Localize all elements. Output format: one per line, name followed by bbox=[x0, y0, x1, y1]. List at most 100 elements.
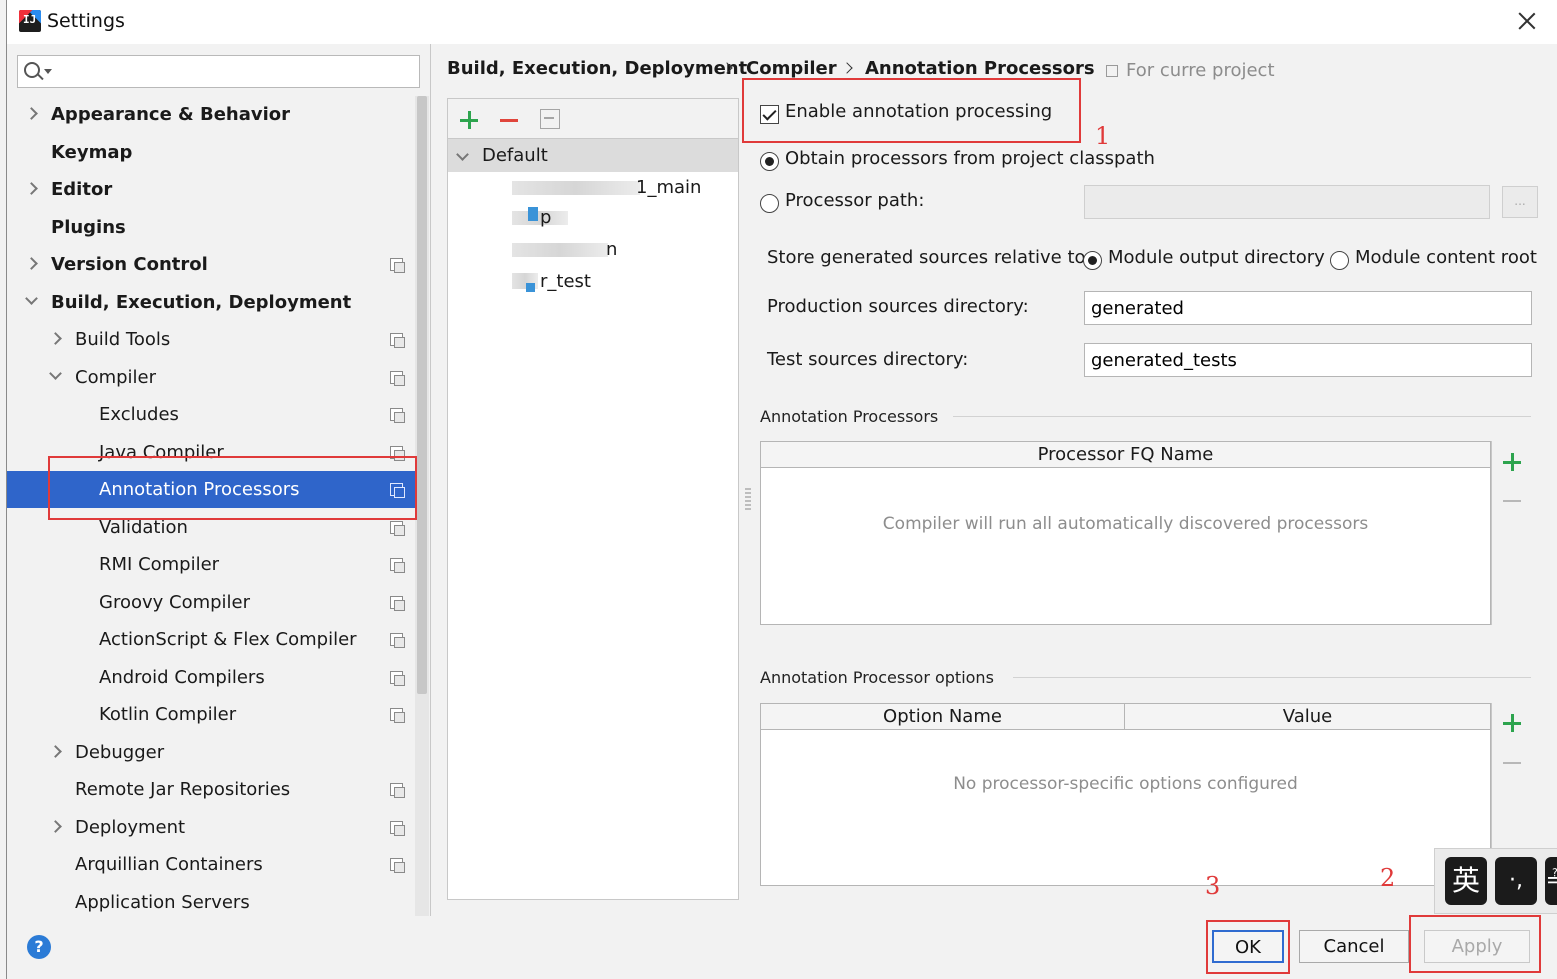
tree-item-build-execution-deployment[interactable]: Build, Execution, Deployment bbox=[7, 284, 429, 321]
chevron-down-icon[interactable] bbox=[27, 297, 37, 307]
tree-item-version-control[interactable]: Version Control bbox=[7, 246, 429, 283]
project-scope-icon bbox=[390, 670, 405, 686]
tree-item-build-tools[interactable]: Build Tools bbox=[7, 321, 429, 358]
cancel-button[interactable]: Cancel bbox=[1299, 930, 1409, 963]
chevron-right-icon[interactable] bbox=[27, 259, 37, 269]
search-icon[interactable] bbox=[24, 62, 40, 78]
module-output-label[interactable]: Module output directory bbox=[1108, 247, 1325, 268]
settings-tree-panel: Appearance & Behavior Keymap Editor Plugins… bbox=[7, 44, 431, 916]
remove-option-icon[interactable] bbox=[1503, 762, 1521, 764]
tree-item-deployment[interactable]: Deployment bbox=[7, 809, 429, 846]
tree-item-rmi-compiler[interactable]: RMI Compiler bbox=[7, 546, 429, 583]
tree-item-editor[interactable]: Editor bbox=[7, 171, 429, 208]
add-option-icon[interactable] bbox=[1503, 714, 1521, 732]
processor-path-label[interactable]: Processor path: bbox=[785, 190, 924, 211]
annotation-number-3: 3 bbox=[1205, 872, 1221, 900]
browse-path-button[interactable]: ... bbox=[1502, 186, 1538, 218]
chevron-right-icon[interactable] bbox=[51, 822, 61, 832]
search-box[interactable] bbox=[17, 55, 420, 88]
processor-path-field[interactable] bbox=[1084, 185, 1490, 219]
title-bar: IJ Settings bbox=[7, 0, 1557, 44]
production-sources-input[interactable] bbox=[1084, 291, 1532, 325]
enable-annotation-checkbox[interactable] bbox=[760, 105, 779, 124]
project-scope-icon bbox=[390, 258, 405, 273]
tree-item-compiler[interactable]: Compiler bbox=[7, 359, 429, 396]
module-item[interactable]: r_test bbox=[448, 267, 738, 297]
splitter-handle[interactable] bbox=[745, 488, 751, 510]
tree-item-keymap[interactable]: Keymap bbox=[7, 134, 429, 171]
tree-item-label: Editor bbox=[51, 179, 113, 200]
breadcrumb-item[interactable]: Compiler bbox=[746, 58, 837, 79]
test-sources-input[interactable] bbox=[1084, 343, 1532, 377]
tree-item-application-servers[interactable]: Application Servers bbox=[7, 884, 429, 921]
project-scope-icon bbox=[1106, 65, 1118, 77]
chevron-right-icon[interactable] bbox=[27, 109, 37, 119]
breadcrumb-item[interactable]: Build, Execution, Deployment bbox=[447, 58, 747, 79]
remove-profile-icon[interactable] bbox=[500, 111, 518, 129]
blurred-region bbox=[512, 243, 608, 257]
group-divider bbox=[1013, 677, 1531, 678]
chevron-right-icon[interactable] bbox=[51, 334, 61, 344]
ime-toolbar: 英 ·, ≟ bbox=[1434, 848, 1557, 914]
option-name-header[interactable]: Option Name bbox=[761, 704, 1125, 730]
chevron-down-icon[interactable] bbox=[458, 153, 468, 163]
module-output-radio[interactable] bbox=[1083, 251, 1102, 270]
annotation-number-2: 2 bbox=[1380, 864, 1396, 892]
processors-group-title: Annotation Processors bbox=[760, 407, 939, 426]
window-title: Settings bbox=[47, 10, 125, 32]
processor-path-radio[interactable] bbox=[760, 194, 779, 213]
project-scope-icon bbox=[390, 333, 405, 348]
processor-fq-name-header[interactable]: Processor FQ Name bbox=[761, 442, 1490, 468]
project-scope-icon bbox=[390, 595, 405, 611]
add-profile-icon[interactable] bbox=[460, 111, 478, 129]
add-processor-icon[interactable] bbox=[1503, 453, 1521, 471]
ime-language-toggle[interactable]: 英 bbox=[1445, 857, 1487, 905]
ime-mode-toggle[interactable]: ≟ bbox=[1545, 857, 1557, 905]
module-item[interactable]: p bbox=[448, 203, 738, 233]
chevron-down-icon[interactable] bbox=[44, 69, 52, 74]
tree-item-arquillian-containers[interactable]: Arquillian Containers bbox=[7, 846, 429, 883]
chevron-right-icon[interactable] bbox=[51, 747, 61, 757]
tree-item-label: Debugger bbox=[75, 741, 165, 763]
tree-item-groovy-compiler[interactable]: Groovy Compiler bbox=[7, 584, 429, 621]
tree-item-actionscript-flex-compiler[interactable]: ActionScript & Flex Compiler bbox=[7, 621, 429, 658]
tree-scrollbar-thumb[interactable] bbox=[417, 96, 427, 694]
tree-item-android-compilers[interactable]: Android Compilers bbox=[7, 659, 429, 696]
options-empty-text: No processor-specific options configured bbox=[953, 774, 1298, 794]
profile-list: Default 1_main p n r_test bbox=[447, 138, 739, 900]
intellij-idea-icon: IJ bbox=[19, 10, 41, 32]
ime-punctuation-toggle[interactable]: ·, bbox=[1495, 857, 1537, 905]
module-item[interactable]: n bbox=[448, 235, 738, 265]
tree-item-label: Remote Jar Repositories bbox=[75, 779, 291, 800]
module-content-label[interactable]: Module content root bbox=[1355, 247, 1537, 268]
enable-annotation-label[interactable]: Enable annotation processing bbox=[785, 101, 1052, 122]
obtain-from-classpath-label[interactable]: Obtain processors from project classpath bbox=[785, 148, 1155, 169]
help-button[interactable]: ? bbox=[27, 935, 51, 959]
chevron-right-icon[interactable] bbox=[27, 184, 37, 194]
project-scope-icon bbox=[390, 820, 405, 836]
tree-item-label: Build, Execution, Deployment bbox=[51, 291, 352, 313]
value-header[interactable]: Value bbox=[1125, 704, 1490, 730]
search-input[interactable] bbox=[54, 58, 414, 85]
tree-item-excludes[interactable]: Excludes bbox=[7, 396, 429, 433]
tree-item-remote-jar-repositories[interactable]: Remote Jar Repositories bbox=[7, 771, 429, 808]
project-scope-icon bbox=[390, 858, 405, 873]
profile-default-row[interactable]: Default bbox=[448, 139, 738, 172]
tree-item-kotlin-compiler[interactable]: Kotlin Compiler bbox=[7, 696, 429, 733]
tree-item-appearance-behavior[interactable]: Appearance & Behavior bbox=[7, 96, 429, 133]
project-scope-icon bbox=[390, 408, 405, 423]
tree-item-plugins[interactable]: Plugins bbox=[7, 209, 429, 246]
close-icon[interactable] bbox=[1514, 8, 1540, 34]
module-item[interactable]: 1_main bbox=[448, 173, 738, 203]
remove-processor-icon[interactable] bbox=[1503, 500, 1521, 502]
project-scope-icon bbox=[390, 520, 405, 536]
module-icon bbox=[526, 283, 535, 292]
module-content-radio[interactable] bbox=[1330, 251, 1349, 270]
tree-item-label: ActionScript & Flex Compiler bbox=[99, 629, 357, 650]
tree-item-label: Arquillian Containers bbox=[75, 854, 263, 875]
tree-item-debugger[interactable]: Debugger bbox=[7, 734, 429, 771]
chevron-down-icon[interactable] bbox=[51, 372, 61, 382]
obtain-from-classpath-radio[interactable] bbox=[760, 152, 779, 171]
tree-item-label: Android Compilers bbox=[99, 666, 265, 688]
move-to-profile-icon[interactable] bbox=[540, 109, 560, 129]
